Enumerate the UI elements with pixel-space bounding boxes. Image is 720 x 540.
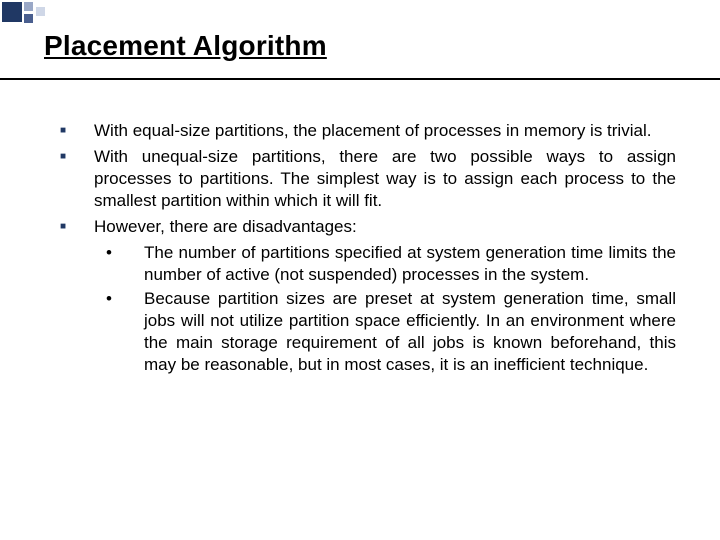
- square-bullet-icon: [60, 216, 94, 238]
- square-bullet-icon: [60, 146, 94, 212]
- sub-bullet-text: Because partition sizes are preset at sy…: [144, 288, 676, 376]
- content-area: With equal-size partitions, the placemen…: [60, 120, 676, 376]
- sub-bullet-item: • The number of partitions specified at …: [94, 242, 676, 286]
- square-bullet-icon: [60, 120, 94, 142]
- title-underline-rule: [0, 78, 720, 80]
- sub-bullet-list: • The number of partitions specified at …: [94, 242, 676, 376]
- deco-square-small: [36, 7, 45, 16]
- sub-bullet-text: The number of partitions specified at sy…: [144, 242, 676, 286]
- deco-square-small: [24, 2, 33, 11]
- bullet-text: With unequal-size partitions, there are …: [94, 146, 676, 212]
- bullet-item: However, there are disadvantages:: [60, 216, 676, 238]
- sub-bullet-item: • Because partition sizes are preset at …: [94, 288, 676, 376]
- bullet-item: With unequal-size partitions, there are …: [60, 146, 676, 212]
- bullet-text: However, there are disadvantages:: [94, 216, 676, 238]
- corner-decoration: [0, 0, 100, 24]
- slide-title: Placement Algorithm: [44, 30, 676, 62]
- slide: Placement Algorithm With equal-size part…: [0, 0, 720, 540]
- title-area: Placement Algorithm: [44, 30, 676, 62]
- dot-bullet-icon: •: [94, 288, 144, 376]
- bullet-item: With equal-size partitions, the placemen…: [60, 120, 676, 142]
- deco-square-large: [2, 2, 22, 22]
- deco-square-small: [24, 14, 33, 23]
- dot-bullet-icon: •: [94, 242, 144, 286]
- bullet-text: With equal-size partitions, the placemen…: [94, 120, 676, 142]
